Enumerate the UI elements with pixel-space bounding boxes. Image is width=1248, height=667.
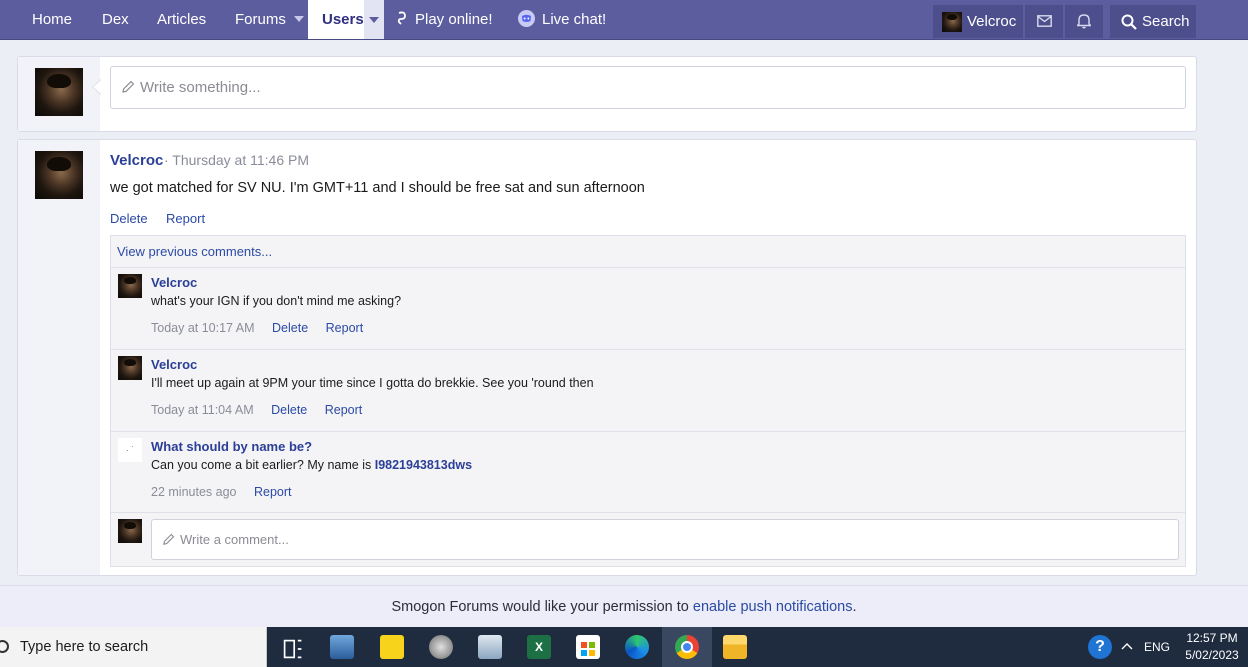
push-notification-banner: Smogon Forums would like your permission… [0,585,1248,627]
comment-meta: 22 minutes ago Report [151,485,292,499]
windows-taskbar: Type here to search X ? ENG 12:57 PM 5/0… [0,627,1248,667]
default-avatar-icon[interactable]: · ˙ [118,438,142,462]
comment-text: I'll meet up again at 9PM your time sinc… [151,376,594,390]
speech-arrow [92,79,101,95]
profile-post-card: Velcroc · Thursday at 11:46 PM we got ma… [17,139,1197,576]
speaker-app-icon[interactable] [429,635,453,659]
delete-comment-button[interactable]: Delete [272,321,308,335]
avatar[interactable] [118,356,142,380]
comment-text: Can you come a bit earlier? My name is I… [151,458,472,472]
nav-tab-play-online[interactable]: Play online! [396,0,493,39]
nav-tab-forums-label: Forums [235,11,286,28]
comment-text-body: Can you come a bit earlier? My name is [151,458,372,472]
search-icon [1121,14,1137,30]
excel-icon[interactable]: X [527,635,551,659]
comment-item: Velcroc I'll meet up again at 9PM your t… [111,349,1185,431]
post-sidebar [18,140,100,575]
comment-author-link[interactable]: What should by name be? [151,439,312,454]
chevron-down-icon[interactable] [293,16,304,23]
search-button-label: Search [1142,13,1190,30]
comments-section: View previous comments... Velcroc what's… [110,235,1186,567]
clock-date: 5/02/2023 [1185,648,1239,662]
comment-text: what's your IGN if you don't mind me ask… [151,294,402,308]
chevron-up-icon[interactable] [1121,642,1133,650]
write-comment-input[interactable]: Write a comment... [151,519,1179,560]
avatar[interactable] [35,68,83,116]
report-post-button[interactable]: Report [166,211,205,226]
comment-timestamp[interactable]: Today at 11:04 AM [151,403,254,417]
microsoft-store-icon[interactable] [576,635,600,659]
write-something-input[interactable]: Write something... [110,66,1186,109]
chevron-down-icon[interactable] [364,0,384,39]
report-comment-button[interactable]: Report [325,403,363,417]
nav-tab-forums[interactable]: Forums [235,0,304,39]
comment-timestamp[interactable]: 22 minutes ago [151,485,236,499]
user-menu-label: Velcroc [967,13,1017,30]
nav-tab-home[interactable]: Home [32,0,72,39]
photos-app-icon[interactable] [478,635,502,659]
write-comment-placeholder: Write a comment... [180,532,289,547]
search-button[interactable]: Search [1110,5,1196,38]
user-menu-button[interactable]: Velcroc [933,5,1023,38]
help-icon[interactable]: ? [1088,635,1112,659]
remote-desktop-icon[interactable] [330,635,354,659]
task-view-icon[interactable] [281,637,305,661]
comment-composer: Write a comment... [111,512,1185,566]
edge-browser-icon[interactable] [625,635,649,659]
pencil-icon [163,533,175,545]
comment-timestamp[interactable]: Today at 10:17 AM [151,321,255,335]
comment-author-link[interactable]: Velcroc [151,275,197,290]
bell-icon [1077,14,1091,29]
comment-meta: Today at 11:04 AM Delete Report [151,403,362,417]
nav-tab-play-online-label: Play online! [415,11,493,28]
inbox-button[interactable] [1025,5,1063,38]
avatar[interactable] [35,151,83,199]
alerts-button[interactable] [1065,5,1103,38]
post-actions: Delete Report [110,210,219,228]
comment-item: · ˙ What should by name be? Can you come… [111,431,1185,512]
avatar [942,12,962,32]
nav-tab-articles[interactable]: Articles [157,0,206,39]
view-previous-comments-link[interactable]: View previous comments... [117,244,272,259]
comment-meta: Today at 10:17 AM Delete Report [151,321,363,335]
discord-icon [518,9,535,27]
nav-tab-live-chat-label: Live chat! [542,11,607,28]
post-body: we got matched for SV NU. I'm GMT+11 and… [110,180,645,196]
avatar[interactable] [118,274,142,298]
taskbar-search-input[interactable]: Type here to search [0,627,267,667]
post-author-link[interactable]: Velcroc [110,152,163,169]
taskbar-clock[interactable]: 12:57 PM 5/02/2023 [1183,630,1241,664]
pencil-icon [122,80,135,93]
top-nav-bar: Home Dex Articles Forums Users Play onli… [0,0,1248,40]
write-something-placeholder: Write something... [140,79,261,96]
push-notice-text: Smogon Forums would like your permission… [391,599,689,615]
chrome-browser-icon[interactable] [675,635,699,659]
status-composer-card: Write something... [17,56,1197,132]
avatar [118,519,142,543]
nav-tab-users[interactable]: Users [308,0,384,39]
report-comment-button[interactable]: Report [326,321,364,335]
mention-link[interactable]: I9821943813dws [375,458,472,472]
post-timestamp[interactable]: · Thursday at 11:46 PM [164,152,309,168]
report-comment-button[interactable]: Report [254,485,292,499]
enable-push-notifications-link[interactable]: enable push notifications [693,599,853,615]
nav-tab-users-label: Users [322,11,364,28]
comment-item: Velcroc what's your IGN if you don't min… [111,267,1185,349]
delete-post-button[interactable]: Delete [110,211,148,226]
language-indicator[interactable]: ENG [1144,627,1170,667]
sticky-notes-icon[interactable] [380,635,404,659]
clock-time: 12:57 PM [1186,631,1238,645]
envelope-icon [1037,15,1052,27]
delete-comment-button[interactable]: Delete [271,403,307,417]
file-explorer-icon[interactable] [723,635,747,659]
nav-tab-dex[interactable]: Dex [102,0,129,39]
push-notice-suffix: . [852,599,857,615]
comment-author-link[interactable]: Velcroc [151,357,197,372]
nav-tab-live-chat[interactable]: Live chat! [518,0,606,39]
taskbar-search-placeholder: Type here to search [20,639,149,655]
pokeball-swirl-icon [397,11,406,25]
